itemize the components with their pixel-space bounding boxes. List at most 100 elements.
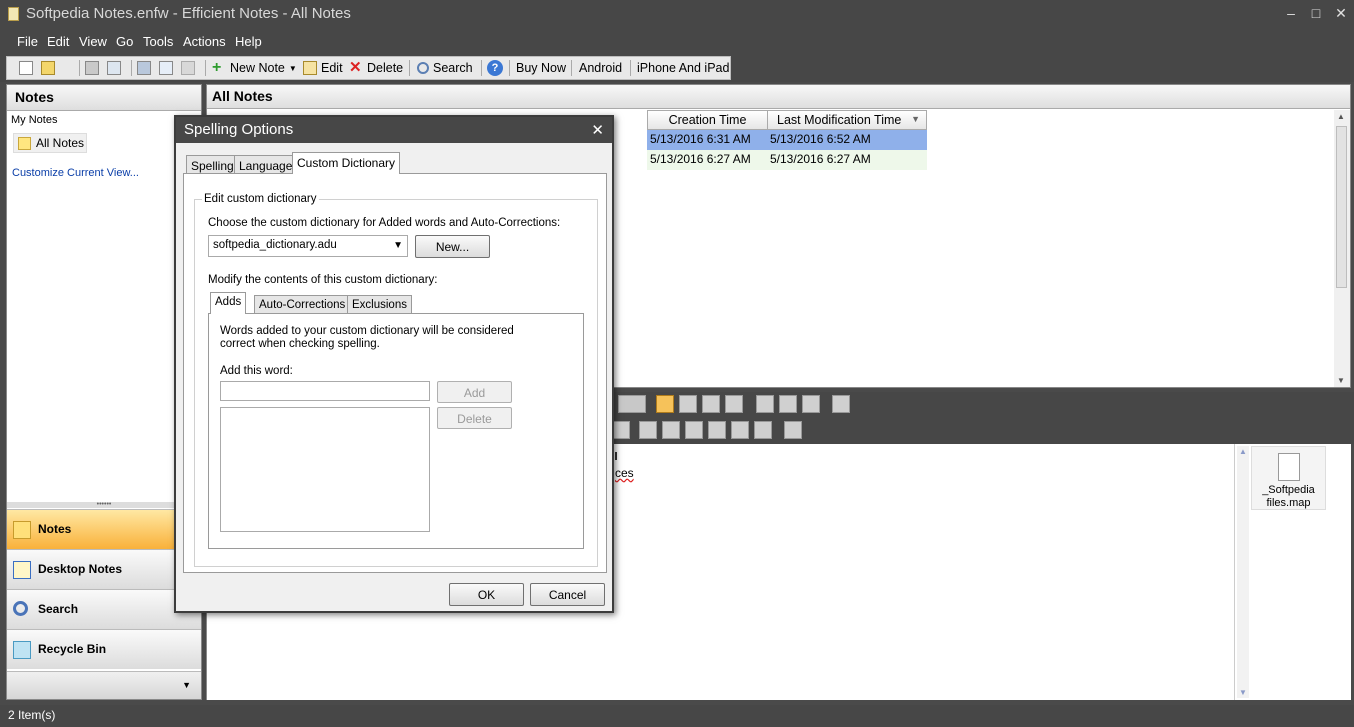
align-right-icon[interactable] <box>702 395 720 413</box>
column-creation-time[interactable]: Creation Time <box>647 110 768 130</box>
highlight-color-icon[interactable] <box>618 395 646 413</box>
tab-language[interactable]: Language <box>234 155 298 175</box>
merge-cells-icon[interactable] <box>754 421 772 439</box>
row-1-created[interactable]: 5/13/2016 6:31 AM <box>647 130 767 150</box>
print-icon[interactable] <box>85 61 99 75</box>
attachment-file[interactable]: _Softpedia files.map <box>1251 446 1326 510</box>
new-note-label: New Note <box>230 61 285 75</box>
subtab-adds[interactable]: Adds <box>210 292 247 314</box>
chevron-down-icon: ▼ <box>288 63 297 73</box>
magnifier-icon <box>13 601 28 616</box>
nav-recycle-bin[interactable]: Recycle Bin <box>7 629 201 669</box>
split-cells-icon[interactable] <box>731 421 749 439</box>
row-2-created[interactable]: 5/13/2016 6:27 AM <box>647 150 767 170</box>
copy-icon[interactable] <box>159 61 173 75</box>
align-left-icon[interactable] <box>656 395 674 413</box>
attach-file-icon[interactable] <box>779 395 797 413</box>
menu-help[interactable]: Help <box>235 34 262 49</box>
modify-dictionary-label: Modify the contents of this custom dicti… <box>208 274 438 286</box>
scroll-down-icon[interactable]: ▼ <box>1337 376 1345 385</box>
restore-button[interactable]: □ <box>1305 5 1327 23</box>
table-icon[interactable] <box>612 421 630 439</box>
row-1-modified[interactable]: 5/13/2016 6:52 AM <box>767 130 927 150</box>
toolbar-separator <box>571 60 572 76</box>
menu-tools[interactable]: Tools <box>143 34 173 49</box>
chevron-down-icon: ▼ <box>182 680 191 690</box>
align-center-icon[interactable] <box>679 395 697 413</box>
note-list-scrollbar[interactable]: ▲ ▼ <box>1334 110 1350 387</box>
plus-icon: + <box>212 59 222 76</box>
table-properties-icon[interactable] <box>784 421 802 439</box>
add-word-input[interactable] <box>220 381 430 401</box>
column-last-modification-time[interactable]: Last Modification Time ▼ <box>767 110 927 130</box>
folder-all-notes[interactable]: All Notes <box>13 133 87 153</box>
nav-notes[interactable]: Notes <box>7 509 201 549</box>
new-dictionary-button[interactable]: New... <box>415 235 490 258</box>
help-icon[interactable]: ? <box>487 60 503 76</box>
menu-go[interactable]: Go <box>116 34 133 49</box>
dictionary-select-value: softpedia_dictionary.adu <box>213 239 337 251</box>
choose-dictionary-label: Choose the custom dictionary for Added w… <box>208 217 561 229</box>
insert-link-icon[interactable] <box>802 395 820 413</box>
spell-check-icon[interactable] <box>832 395 850 413</box>
splitter-grip[interactable]: •••••• <box>7 501 201 508</box>
folder-all-notes-label: All Notes <box>36 136 85 150</box>
delete-button[interactable]: ✕ Delete <box>349 57 403 79</box>
column-dropdown-icon[interactable]: ▼ <box>911 114 920 124</box>
dialog-title: Spelling Options <box>184 121 294 138</box>
tab-spelling[interactable]: Spelling <box>186 155 239 175</box>
menu-edit[interactable]: Edit <box>47 34 69 49</box>
nav-search-label: Search <box>38 602 79 616</box>
new-note-button[interactable]: + New Note ▼ <box>212 57 297 79</box>
iphone-ipad-button[interactable]: iPhone And iPad <box>637 57 729 79</box>
dialog-close-button[interactable]: ✕ <box>591 121 604 139</box>
cut-icon[interactable] <box>137 61 151 75</box>
customize-view-link[interactable]: Customize Current View... <box>12 167 139 179</box>
toolbar-separator <box>409 60 410 76</box>
scroll-up-icon[interactable]: ▲ <box>1337 112 1345 121</box>
editor-text-cursor <box>615 452 617 460</box>
search-button[interactable]: Search <box>417 57 473 79</box>
add-word-button[interactable]: Add <box>437 381 512 403</box>
close-button[interactable]: ✕ <box>1330 5 1352 23</box>
added-words-list[interactable] <box>220 407 430 532</box>
nav-search[interactable]: Search <box>7 589 201 629</box>
insert-row-above-icon[interactable] <box>639 421 657 439</box>
toolbar-separator <box>630 60 631 76</box>
status-bar: 2 Item(s) <box>0 705 1354 727</box>
scroll-thumb[interactable] <box>1336 126 1347 288</box>
delete-word-button[interactable]: Delete <box>437 407 512 429</box>
paste-icon[interactable] <box>181 61 195 75</box>
scroll-up-icon[interactable]: ▲ <box>1239 447 1247 456</box>
tab-custom-dictionary[interactable]: Custom Dictionary <box>292 152 401 174</box>
insert-image-icon[interactable] <box>756 395 774 413</box>
menu-file[interactable]: File <box>17 34 38 49</box>
cancel-button[interactable]: Cancel <box>530 583 605 606</box>
row-2-modified[interactable]: 5/13/2016 6:27 AM <box>767 150 927 170</box>
android-button[interactable]: Android <box>579 57 622 79</box>
ok-button[interactable]: OK <box>449 583 524 606</box>
attachment-scrollbar[interactable]: ▲ ▼ <box>1237 446 1249 698</box>
menu-actions[interactable]: Actions <box>183 34 226 49</box>
scroll-down-icon[interactable]: ▼ <box>1239 688 1247 697</box>
edit-dictionary-group-label: Edit custom dictionary <box>202 193 319 205</box>
menu-view[interactable]: View <box>79 34 107 49</box>
justify-icon[interactable] <box>725 395 743 413</box>
nav-desktop-notes[interactable]: Desktop Notes <box>7 549 201 589</box>
edit-button[interactable]: Edit <box>303 57 343 79</box>
minimize-button[interactable]: – <box>1280 5 1302 23</box>
insert-row-below-icon[interactable] <box>662 421 680 439</box>
editor-text-fragment: ces <box>615 466 634 480</box>
subtab-auto-corrections[interactable]: Auto-Corrections <box>254 295 351 313</box>
print-preview-icon[interactable] <box>107 61 121 75</box>
add-word-label: Add this word: <box>220 365 293 377</box>
buy-now-button[interactable]: Buy Now <box>516 57 566 79</box>
new-file-icon[interactable] <box>19 61 33 75</box>
subtab-exclusions[interactable]: Exclusions <box>347 295 412 313</box>
dictionary-select[interactable]: softpedia_dictionary.adu ▼ <box>208 235 408 257</box>
open-folder-icon[interactable] <box>41 61 55 75</box>
nav-pane-options[interactable]: ▼ <box>7 671 201 699</box>
insert-column-right-icon[interactable] <box>708 421 726 439</box>
insert-column-left-icon[interactable] <box>685 421 703 439</box>
spelling-options-dialog: Spelling Options ✕ Spelling Language Cus… <box>174 115 614 613</box>
